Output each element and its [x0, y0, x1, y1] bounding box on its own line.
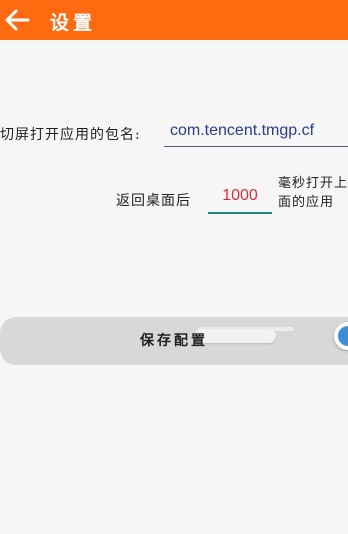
- package-name-input[interactable]: com.tencent.tmgp.cf: [164, 120, 348, 147]
- save-config-label: 保存配置: [140, 333, 208, 349]
- back-arrow-icon: [5, 9, 30, 31]
- settings-screen: 设置 切屏打开应用的包名: com.tencent.tmgp.cf 返回桌面后 …: [0, 0, 348, 534]
- delay-note-text: 毫秒打开上面的应用: [278, 176, 348, 210]
- return-desktop-label: 返回桌面后: [116, 193, 191, 209]
- delay-ms-input[interactable]: 1000: [208, 184, 272, 214]
- delay-ms-value: 1000: [222, 187, 258, 204]
- back-button[interactable]: [0, 0, 34, 40]
- page-title: 设置: [50, 12, 97, 34]
- app-bar: 设置: [0, 0, 348, 40]
- package-name-value: com.tencent.tmgp.cf: [170, 122, 315, 139]
- package-name-label: 切屏打开应用的包名:: [0, 127, 141, 143]
